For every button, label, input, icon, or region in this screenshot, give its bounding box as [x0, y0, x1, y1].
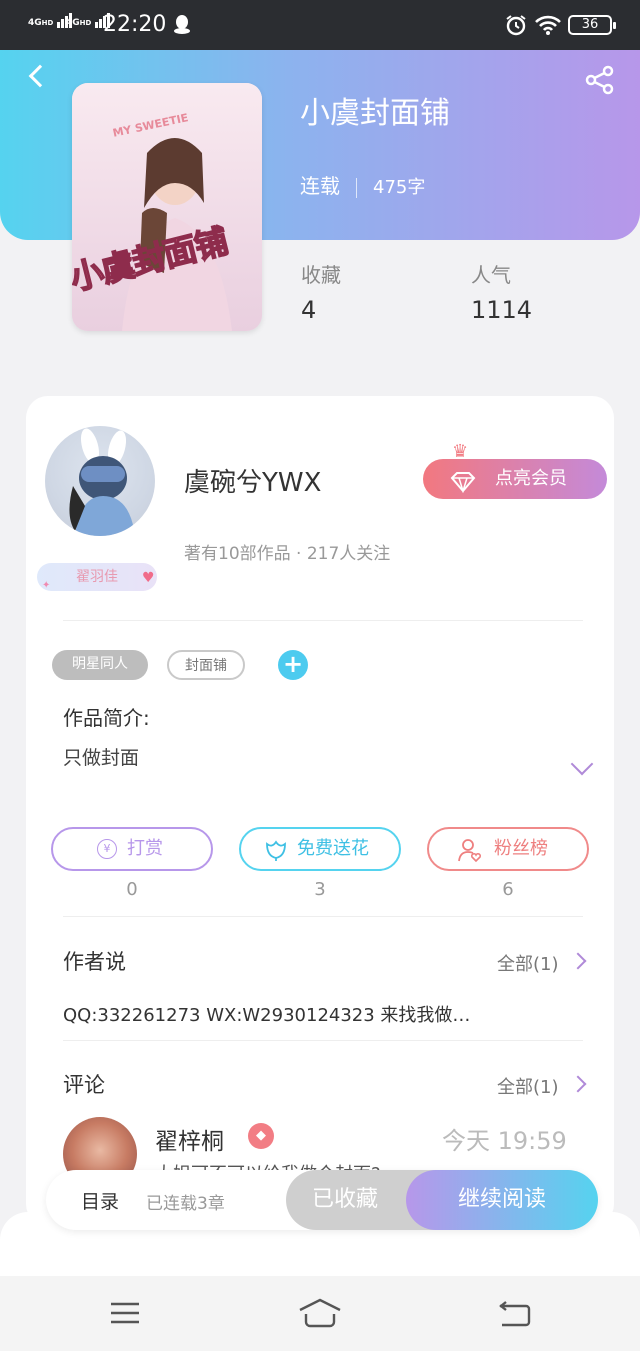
stat-value-favorites: 4: [301, 296, 317, 324]
continue-reading-button[interactable]: 继续阅读: [406, 1170, 598, 1230]
intro-text: 只做封面: [63, 747, 140, 769]
book-cover-image[interactable]: MY SWEETIE 小虞封面铺: [72, 83, 262, 331]
divider: [63, 916, 583, 917]
comments-all-link[interactable]: 全部(1): [497, 1073, 559, 1099]
fan-count: 6: [502, 879, 514, 900]
comments-title: 评论: [63, 1073, 105, 1097]
divider: [63, 620, 583, 621]
flower-icon: [263, 837, 289, 861]
diamond-icon: [449, 468, 477, 494]
word-count: 475字: [373, 177, 426, 198]
tip-count: 0: [126, 879, 138, 900]
stat-label-favorites: 收藏: [301, 263, 341, 287]
fan-badge: 翟羽佳: [37, 563, 157, 591]
stat-label-popularity: 人气: [471, 263, 511, 287]
alarm-icon: [504, 13, 528, 37]
battery-icon: 36: [568, 15, 616, 35]
heart-icon: ♥: [142, 570, 155, 586]
send-flower-button[interactable]: 免费送花: [239, 827, 401, 871]
fan-ranking-button[interactable]: 粉丝榜: [427, 827, 589, 871]
tip-label: 打赏: [127, 838, 163, 859]
wifi-icon: [534, 14, 562, 36]
vip-diamond-icon: ◆: [248, 1123, 274, 1149]
book-title: 小虞封面铺: [300, 96, 450, 131]
divider: [63, 1040, 583, 1041]
add-tag-button[interactable]: +: [278, 650, 308, 680]
tag-star-fanfic[interactable]: 明星同人: [52, 650, 148, 680]
share-icon[interactable]: [582, 62, 618, 98]
stat-value-popularity: 1114: [471, 296, 533, 324]
qq-icon: [173, 14, 191, 34]
comment-time: 今天 19:59: [442, 1127, 567, 1155]
send-flower-label: 免费送花: [297, 838, 369, 859]
author-says-title: 作者说: [63, 950, 126, 974]
activate-vip-label: 点亮会员: [495, 468, 567, 489]
status-bar: 4GHD 4GHD 22:20 36: [0, 0, 640, 50]
user-heart-icon: [457, 837, 483, 863]
yen-icon: ¥: [97, 839, 117, 859]
book-status: 连载: [300, 174, 340, 198]
star-icon: ✦: [42, 580, 51, 591]
activate-vip-button[interactable]: 点亮会员: [423, 459, 607, 499]
table-of-contents-button[interactable]: 目录: [81, 1187, 119, 1214]
intro-label: 作品简介:: [63, 706, 150, 730]
author-says-all-link[interactable]: 全部(1): [497, 950, 559, 976]
commenter-name[interactable]: 翟梓桐: [155, 1122, 224, 1156]
clock: 22:20: [103, 12, 167, 37]
author-name[interactable]: 虞碗兮YWX: [184, 462, 321, 499]
author-avatar[interactable]: [45, 426, 155, 536]
menu-icon[interactable]: [109, 1301, 141, 1325]
tag-cover-shop[interactable]: 封面铺: [167, 650, 245, 680]
flower-count: 3: [314, 879, 326, 900]
author-meta: 著有10部作品 · 217人关注: [184, 544, 391, 564]
back-nav-icon[interactable]: [498, 1300, 532, 1328]
chapter-count: 已连载3章: [146, 1194, 225, 1214]
book-status-row: 连载 475字: [300, 170, 425, 199]
home-icon[interactable]: [298, 1298, 342, 1328]
author-says-text[interactable]: QQ:332261273 WX:W2930124323 来找我做…: [63, 1001, 483, 1027]
fan-ranking-label: 粉丝榜: [494, 838, 548, 859]
tip-button[interactable]: ¥ 打赏: [51, 827, 213, 871]
